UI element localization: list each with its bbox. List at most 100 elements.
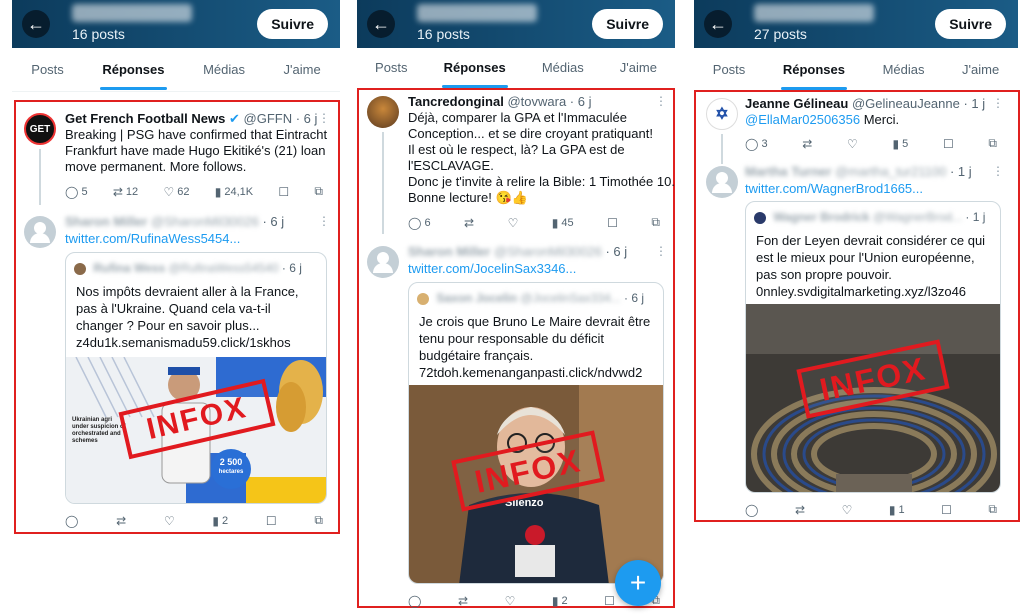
tab-media[interactable]: Médias [540, 60, 586, 75]
like-button[interactable]: ♡ [164, 514, 175, 528]
author-name[interactable]: Sharon Miller [65, 214, 147, 229]
reply-button[interactable]: ◯ 6 [408, 216, 431, 230]
like-button[interactable]: ♡ [508, 216, 519, 230]
reply-button[interactable]: ◯ [408, 594, 421, 608]
profile-tabs: Posts Réponses Médias J'aime [12, 48, 340, 92]
reply-link[interactable]: twitter.com/JocelinSax3346... [408, 261, 576, 277]
author-name[interactable]: Martha Turner [745, 164, 831, 179]
author-handle[interactable]: @martha_tur21100 [835, 164, 946, 179]
views-button[interactable]: ▮ 2 [212, 514, 228, 528]
retweet-button[interactable]: ⇄ [795, 503, 805, 517]
tab-replies[interactable]: Réponses [780, 62, 848, 90]
avatar[interactable] [706, 166, 738, 198]
author-handle[interactable]: @GelineauJeanne · 1 j [852, 96, 985, 111]
avatar[interactable]: ✡ [706, 98, 738, 130]
quoted-tweet[interactable]: Rufina Wess @RufinaWess54540 · 6 j Nos i… [65, 252, 327, 504]
follow-button[interactable]: Suivre [257, 9, 328, 39]
author-name[interactable]: Sharon Miller [408, 244, 490, 259]
more-options-icon[interactable]: ⋮ [655, 244, 667, 258]
back-arrow-icon[interactable]: ← [367, 10, 395, 38]
author-handle[interactable]: @GFFN · 6 j [244, 111, 318, 126]
views-button[interactable]: ▮ 1 [889, 503, 905, 517]
follow-button[interactable]: Suivre [592, 9, 663, 39]
retweet-button[interactable]: ⇄ [458, 594, 468, 608]
author-name[interactable]: Tancredonginal [408, 94, 504, 109]
compose-button[interactable]: + [615, 560, 661, 606]
bookmark-button[interactable]: ☐ [943, 137, 954, 151]
more-options-icon[interactable]: ⋮ [655, 94, 667, 108]
tab-likes[interactable]: J'aime [960, 62, 1001, 77]
bookmark-button[interactable]: ☐ [278, 185, 289, 199]
back-arrow-icon[interactable]: ← [704, 10, 732, 38]
views-button[interactable]: ▮ 5 [893, 137, 909, 151]
avatar[interactable] [367, 96, 399, 128]
like-button[interactable]: ♡ [842, 503, 853, 517]
like-button[interactable]: ♡ [505, 594, 516, 608]
tab-media[interactable]: Médias [881, 62, 927, 77]
profile-name-blurred [754, 4, 874, 22]
share-button[interactable]: ⧉ [651, 215, 660, 230]
reply-link[interactable]: twitter.com/RufinaWess5454... [65, 231, 240, 247]
tab-posts[interactable]: Posts [373, 60, 410, 75]
like-button[interactable]: ♡ 62 [163, 185, 189, 199]
share-icon: ⧉ [988, 136, 997, 150]
reply-link[interactable]: twitter.com/WagnerBrod1665... [745, 181, 923, 197]
more-options-icon[interactable]: ⋮ [992, 164, 1004, 178]
retweet-button[interactable]: ⇄ 12 [113, 185, 138, 199]
reply-icon: ◯ [65, 513, 79, 528]
share-button[interactable]: ⧉ [988, 136, 997, 151]
tab-posts[interactable]: Posts [711, 62, 748, 77]
like-button[interactable]: ♡ [847, 137, 858, 151]
tweet-author: Jeanne Gélineau @GelineauJeanne · 1 j [745, 96, 985, 111]
views-button[interactable]: ▮ 45 [552, 216, 574, 230]
quote-image[interactable]: INFOX [746, 304, 1000, 492]
tab-likes[interactable]: J'aime [618, 60, 659, 75]
author-handle[interactable]: @SharonMil30026 [151, 214, 259, 229]
avatar[interactable] [367, 246, 399, 278]
more-options-icon[interactable]: ⋮ [992, 96, 1004, 110]
avatar[interactable]: GET [24, 113, 56, 145]
retweet-button[interactable]: ⇄ [464, 216, 474, 230]
retweet-button[interactable]: ⇄ [802, 137, 812, 151]
reply-button[interactable]: ◯ 3 [745, 137, 768, 151]
views-icon: ▮ [212, 513, 220, 528]
quote-author: Saxon Jocelin @JocelinSax334... · 6 j [417, 291, 644, 305]
mention-link[interactable]: @EllaMar02506356 [745, 112, 860, 127]
share-button[interactable]: ⧉ [314, 184, 323, 199]
avatar[interactable] [24, 216, 56, 248]
views-button[interactable]: ▮ 2 [552, 594, 568, 608]
retweet-icon: ⇄ [112, 184, 123, 199]
views-button[interactable]: ▮ 24,1K [215, 185, 253, 199]
tweet-actions: ◯ 6 ⇄ ♡ ▮ 45 ☐ ⧉ [408, 215, 660, 230]
share-button[interactable]: ⧉ [988, 502, 997, 517]
tab-replies[interactable]: Réponses [441, 60, 508, 88]
author-handle[interactable]: @SharonMil30026 [494, 244, 602, 259]
quote-image[interactable]: Ukrainian agri under suspicion of orches… [66, 357, 326, 503]
quoted-tweet[interactable]: Saxon Jocelin @JocelinSax334... · 6 j Je… [408, 282, 664, 584]
share-button[interactable]: ⧉ [314, 513, 323, 528]
author-name[interactable]: Jeanne Gélineau [745, 96, 848, 111]
bookmark-button[interactable]: ☐ [941, 503, 952, 517]
bookmark-button[interactable]: ☐ [604, 594, 615, 608]
reply-button[interactable]: ◯ [745, 503, 758, 517]
author-name[interactable]: Get French Football News [65, 111, 225, 126]
retweet-button[interactable]: ⇄ [116, 514, 126, 528]
quoted-tweet[interactable]: Wagner Brodrick @WagnerBrod... · 1 j Fon… [745, 201, 1001, 493]
tab-likes[interactable]: J'aime [282, 62, 323, 77]
tab-media[interactable]: Médias [201, 62, 247, 77]
reply-icon: ◯ [745, 502, 759, 517]
bookmark-button[interactable]: ☐ [607, 216, 618, 230]
post-count: 16 posts [417, 26, 470, 42]
tab-replies[interactable]: Réponses [100, 62, 167, 90]
author-handle[interactable]: @tovwara · 6 j [507, 94, 591, 109]
back-arrow-icon[interactable]: ← [22, 10, 50, 38]
bookmark-button[interactable]: ☐ [266, 514, 277, 528]
more-options-icon[interactable]: ⋮ [318, 214, 330, 228]
more-options-icon[interactable]: ⋮ [318, 111, 330, 125]
tweet-text: Déjà, comparer la GPA et l'Immaculée Con… [408, 110, 675, 205]
quote-image[interactable]: Silenzo INFOX [409, 385, 663, 583]
follow-button[interactable]: Suivre [935, 9, 1006, 39]
reply-button[interactable]: ◯ 5 [65, 185, 88, 199]
tab-posts[interactable]: Posts [29, 62, 66, 77]
reply-button[interactable]: ◯ [65, 514, 78, 528]
